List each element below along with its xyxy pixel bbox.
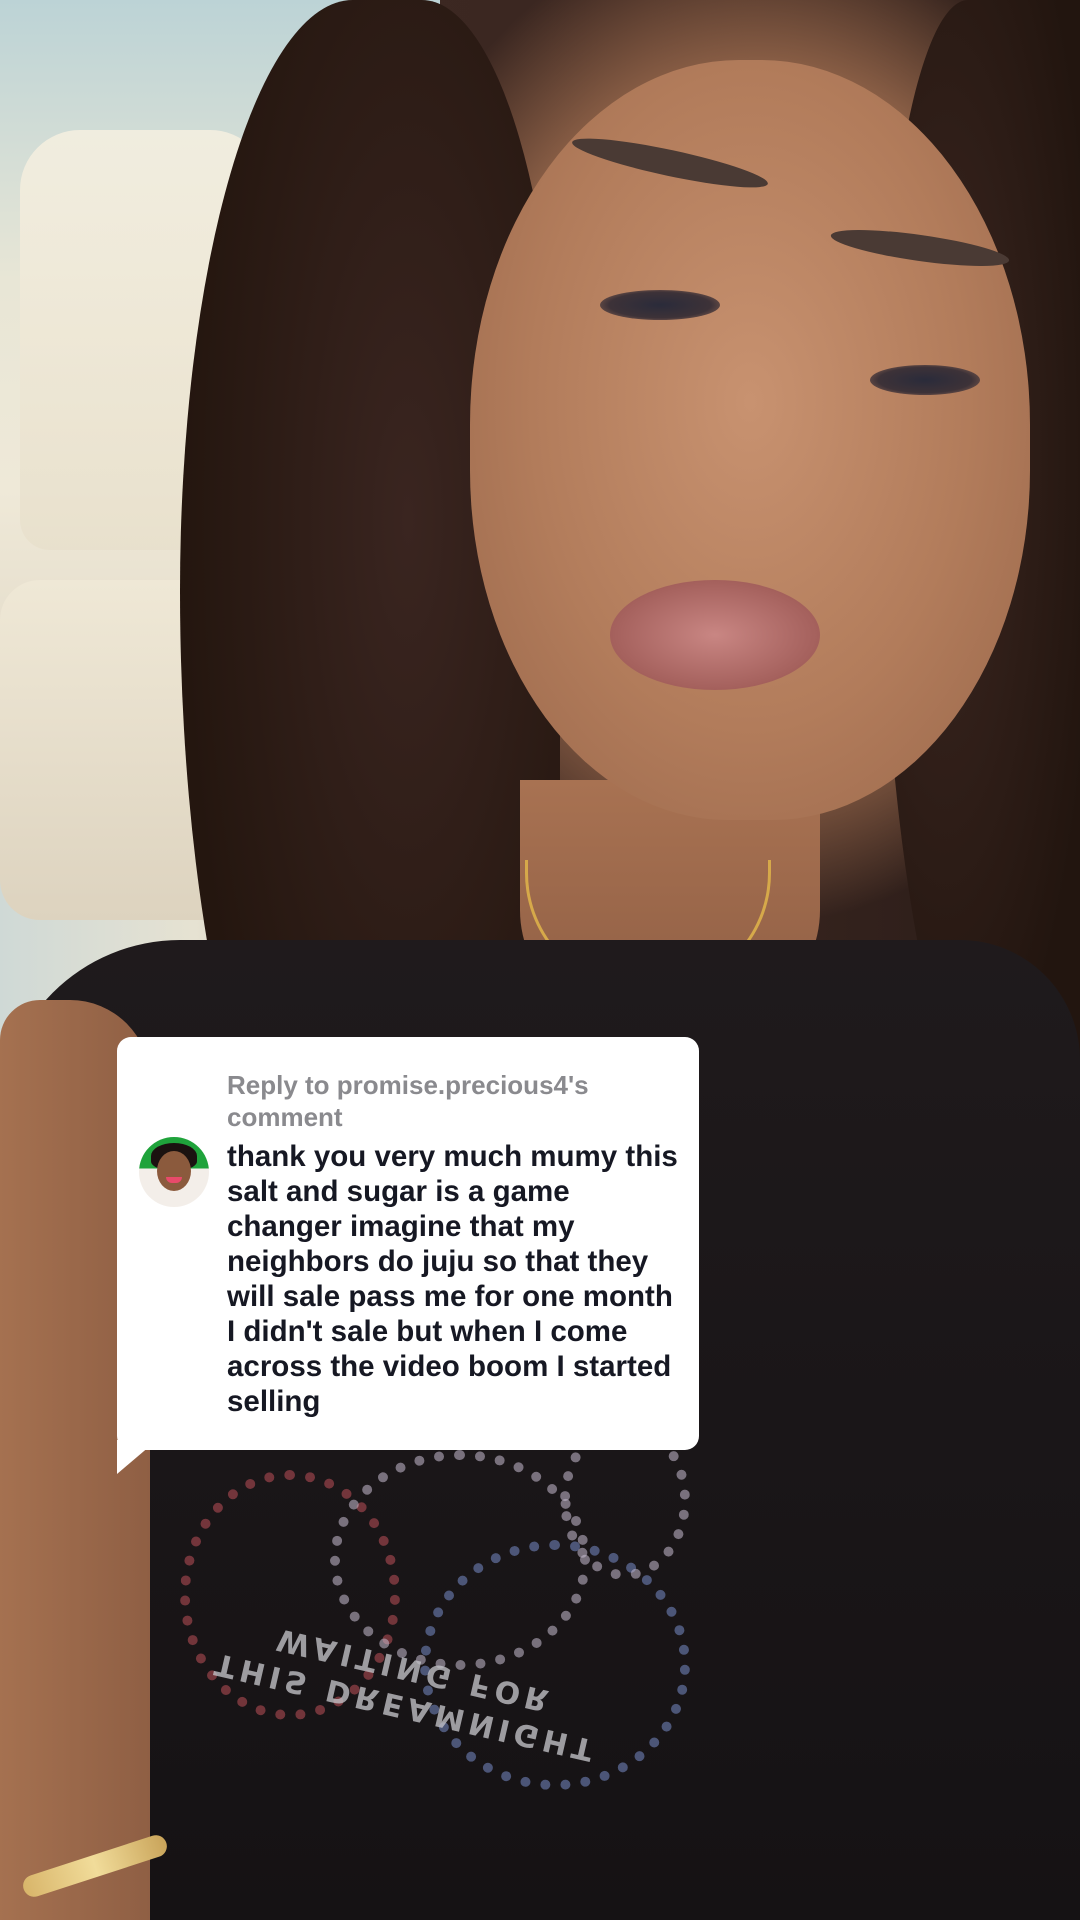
user-avatar-icon[interactable] (139, 1137, 209, 1207)
reply-comment-card[interactable]: Reply to promise.precious4's comment tha… (117, 1037, 699, 1450)
reply-header: Reply to promise.precious4's comment (227, 1070, 589, 1132)
avatar-face (157, 1151, 191, 1191)
left-eye (600, 290, 720, 320)
reply-comment-text: thank you very much mumy this salt and s… (227, 1140, 678, 1418)
video-frame[interactable]: THIS DREAMNIGHT WAITING FOR Reply to pro… (0, 0, 1080, 1920)
lips (610, 580, 820, 690)
right-eye (870, 365, 980, 395)
reply-bubble-tail (117, 1440, 157, 1474)
